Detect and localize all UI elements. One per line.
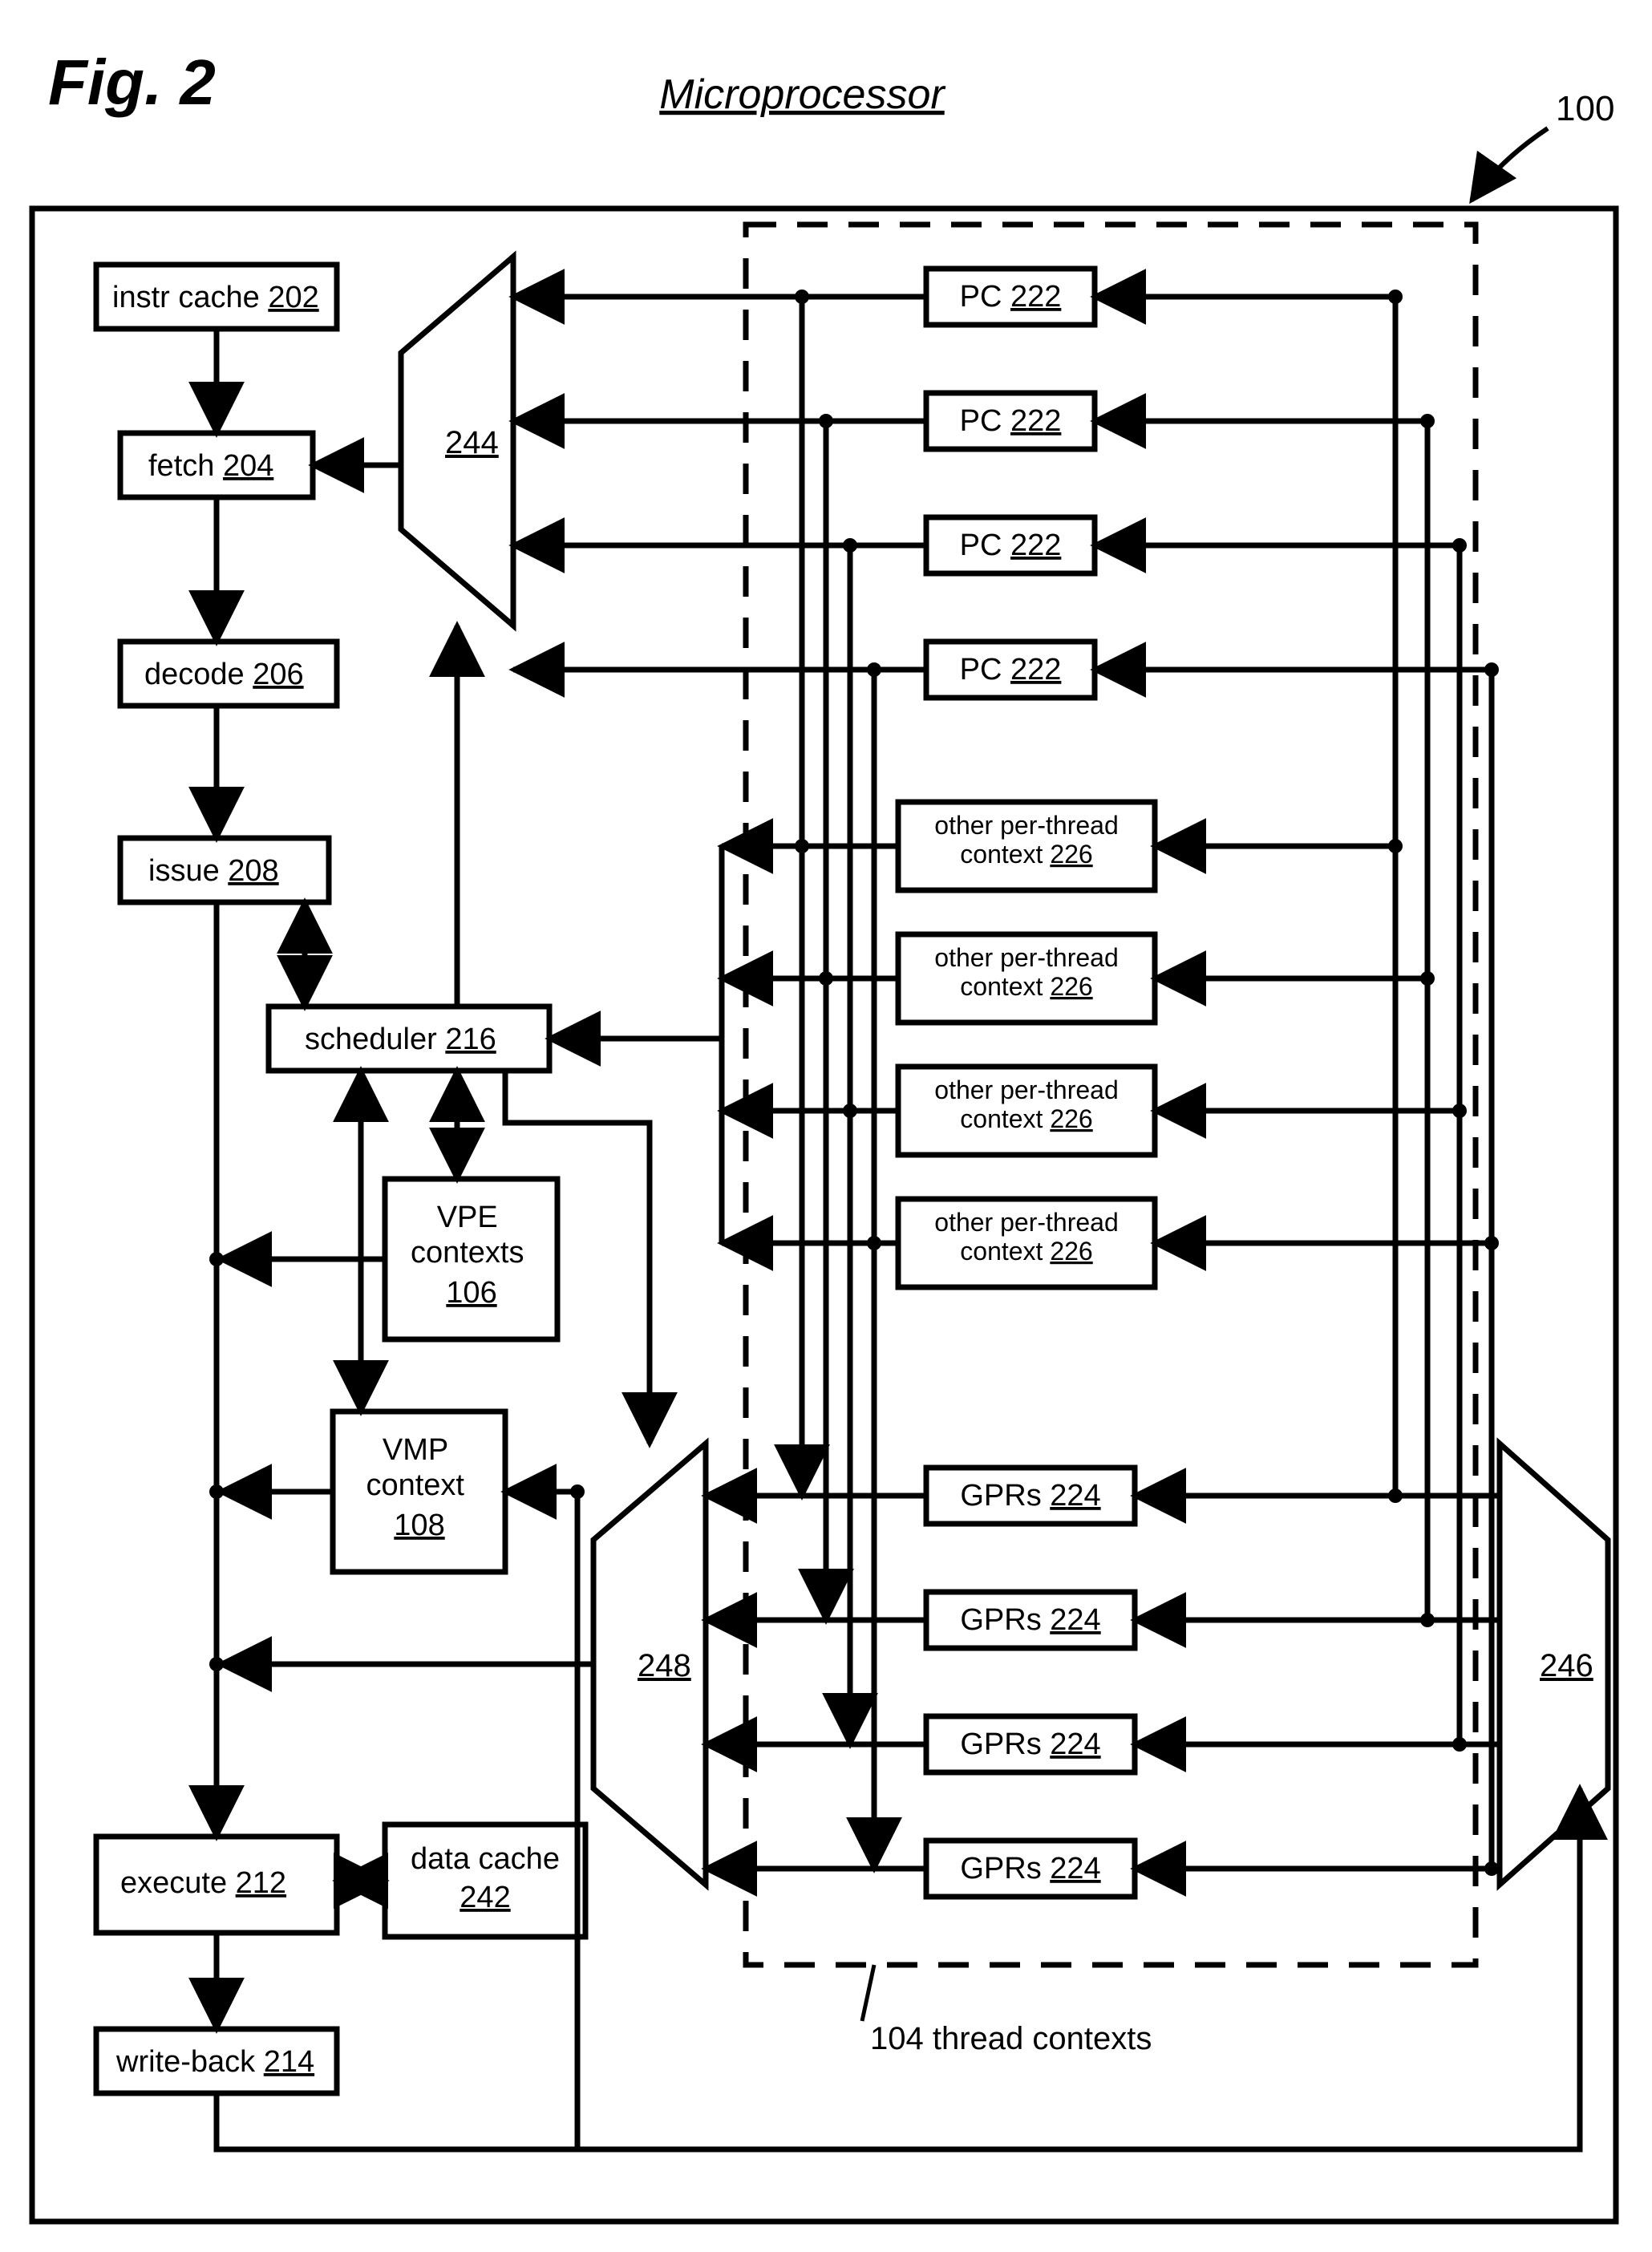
figure-label: Fig. 2: [48, 47, 216, 118]
svg-text:issue 208: issue 208: [148, 854, 279, 888]
block-issue: issue 208: [120, 838, 329, 902]
svg-text:instr cache 202: instr cache 202: [112, 281, 319, 314]
svg-text:246: 246: [1540, 1648, 1593, 1683]
svg-text:execute 212: execute 212: [120, 1866, 286, 1900]
block-data-cache: data cache 242: [385, 1825, 585, 1937]
svg-text:write-back 214: write-back 214: [115, 2045, 314, 2079]
block-write-back: write-back 214: [96, 2029, 337, 2093]
svg-text:242: 242: [460, 1881, 510, 1914]
ref-number-100: 100: [1556, 89, 1614, 128]
block-fetch: fetch 204: [120, 433, 313, 497]
thread-contexts-pointer: [862, 1965, 874, 2021]
ctx-block-group: other per-threadcontext 226 other per-thr…: [898, 802, 1155, 1287]
svg-text:other per-threadcontext 226: other per-threadcontext 226: [934, 1075, 1118, 1133]
svg-text:244: 244: [445, 425, 499, 460]
svg-text:PC 222: PC 222: [960, 404, 1062, 438]
svg-text:248: 248: [638, 1648, 691, 1683]
svg-text:data cache: data cache: [411, 1842, 560, 1876]
svg-text:fetch 204: fetch 204: [148, 449, 273, 483]
mux-246: 246: [1500, 1444, 1608, 1885]
block-decode: decode 206: [120, 642, 337, 706]
svg-text:PC 222: PC 222: [960, 280, 1062, 314]
svg-text:GPRs 224: GPRs 224: [960, 1727, 1100, 1761]
svg-text:GPRs 224: GPRs 224: [960, 1479, 1100, 1513]
svg-text:other per-threadcontext 226: other per-threadcontext 226: [934, 811, 1118, 869]
block-execute: execute 212: [96, 1837, 337, 1933]
ref-arrow-100: [1472, 128, 1548, 200]
mux-248: 248: [593, 1444, 706, 1885]
svg-text:other per-threadcontext 226: other per-threadcontext 226: [934, 1208, 1118, 1266]
svg-text:decode 206: decode 206: [144, 658, 304, 691]
diagram-canvas: Fig. 2 Microprocessor 100 104 thread con…: [0, 0, 1652, 2252]
page-title: Microprocessor: [659, 71, 946, 118]
block-instr-cache: instr cache 202: [96, 265, 337, 329]
svg-text:scheduler 216: scheduler 216: [305, 1023, 496, 1056]
block-scheduler: scheduler 216: [269, 1007, 549, 1071]
svg-text:other per-threadcontext 226: other per-threadcontext 226: [934, 943, 1118, 1001]
svg-text:PC 222: PC 222: [960, 653, 1062, 687]
block-vmp-context: VMP context 108: [333, 1412, 505, 1572]
gpr-block-group: GPRs 224 GPRs 224 GPRs 224 GPRs 224: [926, 1468, 1135, 1897]
thread-contexts-label: 104 thread contexts: [870, 2021, 1152, 2056]
svg-text:PC 222: PC 222: [960, 529, 1062, 562]
svg-text:GPRs 224: GPRs 224: [960, 1603, 1100, 1637]
svg-text:GPRs 224: GPRs 224: [960, 1852, 1100, 1885]
mux-244: 244: [401, 257, 513, 626]
pc-block-group: PC 222 PC 222 PC 222 PC 222: [926, 269, 1095, 698]
block-vpe-contexts: VPE contexts 106: [385, 1179, 557, 1339]
